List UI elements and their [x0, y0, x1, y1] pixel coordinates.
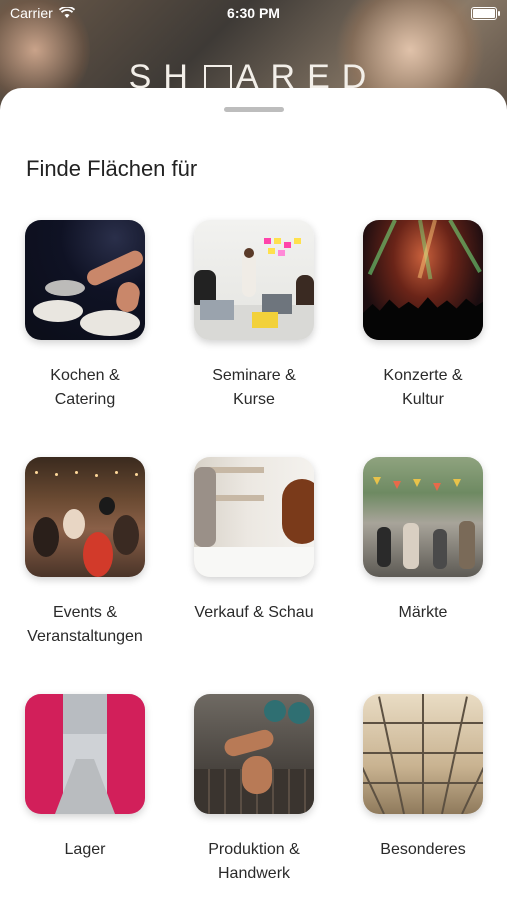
category-label: Besonderes [380, 841, 466, 858]
sheet-title: Finde Flächen für [26, 156, 198, 181]
category-tile-maerkte[interactable]: Märkte [338, 457, 507, 625]
category-image-lager [25, 694, 145, 814]
category-tile-kochen[interactable]: Kochen & Catering [0, 220, 170, 412]
status-bar: Carrier 6:30 PM [0, 0, 507, 26]
category-image-produktion [194, 694, 314, 814]
category-image-besonderes [363, 694, 483, 814]
category-tile-events[interactable]: Events & Veranstaltungen [0, 457, 170, 649]
category-tile-besonderes[interactable]: Besonderes [338, 694, 507, 862]
category-image-events [25, 457, 145, 577]
category-image-verkauf [194, 457, 314, 577]
category-tile-verkauf[interactable]: Verkauf & Schau [169, 457, 339, 625]
category-label: Märkte [398, 604, 448, 621]
category-image-kochen [25, 220, 145, 340]
category-image-maerkte [363, 457, 483, 577]
battery-icon [471, 7, 500, 20]
category-label: Kochen & Catering [50, 367, 120, 408]
category-sheet: Finde Flächen für Kochen & Catering Semi… [0, 88, 507, 900]
category-label: Verkauf & Schau [194, 604, 314, 621]
category-tile-konzerte[interactable]: Konzerte & Kultur [338, 220, 507, 412]
category-image-seminare [194, 220, 314, 340]
category-label: Events & Veranstaltungen [27, 604, 143, 645]
category-tile-produktion[interactable]: Produktion & Handwerk [169, 694, 339, 886]
category-label: Produktion & Handwerk [208, 841, 300, 882]
status-time: 6:30 PM [227, 5, 280, 21]
sheet-grabber-handle[interactable] [224, 107, 284, 112]
category-tile-seminare[interactable]: Seminare & Kurse [169, 220, 339, 412]
category-label: Konzerte & Kultur [383, 367, 463, 408]
category-tile-lager[interactable]: Lager [0, 694, 170, 862]
category-image-konzerte [363, 220, 483, 340]
category-label: Seminare & Kurse [212, 367, 296, 408]
category-label: Lager [64, 841, 106, 858]
